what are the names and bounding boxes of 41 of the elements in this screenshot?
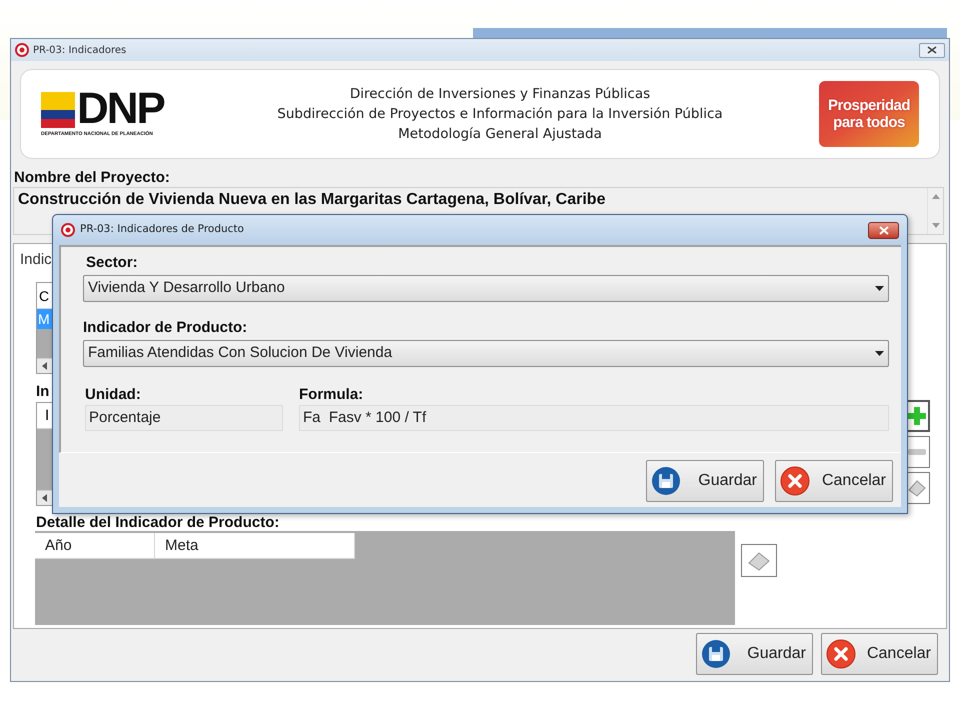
slogan-text: Prosperidad [828, 97, 910, 114]
read-only-field[interactable]: Fa Fasv * 100 / Tf [299, 405, 889, 431]
close-icon [927, 46, 937, 54]
dialog-title: PR-03: Indicadores de Producto [80, 222, 245, 238]
app-icon [15, 43, 29, 57]
project-label: Nombre del Proyecto: [13, 169, 171, 187]
column-header: Año [35, 533, 155, 559]
section-label: In [36, 382, 50, 402]
detail-label: Detalle del Indicador de Producto: [36, 515, 280, 531]
header-line: Subdirección de Proyectos e Información para la Inversión Pública [277, 105, 723, 124]
field-label: Unidad: [85, 385, 142, 405]
close-button[interactable] [919, 42, 945, 58]
column-header: Meta [155, 533, 355, 559]
floppy-disk-icon [651, 466, 681, 496]
edit-button[interactable] [741, 544, 777, 577]
window-title: PR-03: Indicadores [33, 44, 128, 58]
close-icon [878, 226, 888, 234]
read-only-field[interactable]: Porcentaje [85, 405, 283, 431]
slogan-text: para todos [833, 114, 905, 131]
tab[interactable]: Indic [20, 249, 52, 272]
dropdown[interactable]: Familias Atendidas Con Solucion De Vivienda [83, 340, 889, 367]
minus-icon [908, 449, 926, 455]
field-label: Indicador de Producto: [83, 318, 248, 338]
dropdown[interactable]: Vivienda Y Desarrollo Urbano [83, 275, 889, 302]
cancel-icon [826, 639, 856, 669]
save-button[interactable]: Guardar [696, 633, 813, 675]
logo-text: DNP [77, 90, 164, 128]
field-label: Sector: [85, 253, 139, 273]
cancel-button[interactable]: Cancelar [821, 633, 938, 675]
caret-icon [875, 286, 884, 292]
header-line: Metodología General Ajustada [398, 125, 602, 144]
header-line: Dirección de Inversiones y Finanzas Públicas [350, 85, 650, 104]
plus-icon [908, 407, 926, 425]
field-label: Formula: [299, 385, 364, 405]
flag-icon [41, 92, 75, 128]
app-icon [61, 223, 75, 237]
close-button[interactable] [868, 222, 899, 238]
cancel-button[interactable]: Cancelar [775, 460, 893, 502]
cancel-icon [780, 466, 810, 496]
floppy-disk-icon [701, 639, 731, 669]
save-button[interactable]: Guardar [646, 460, 764, 502]
